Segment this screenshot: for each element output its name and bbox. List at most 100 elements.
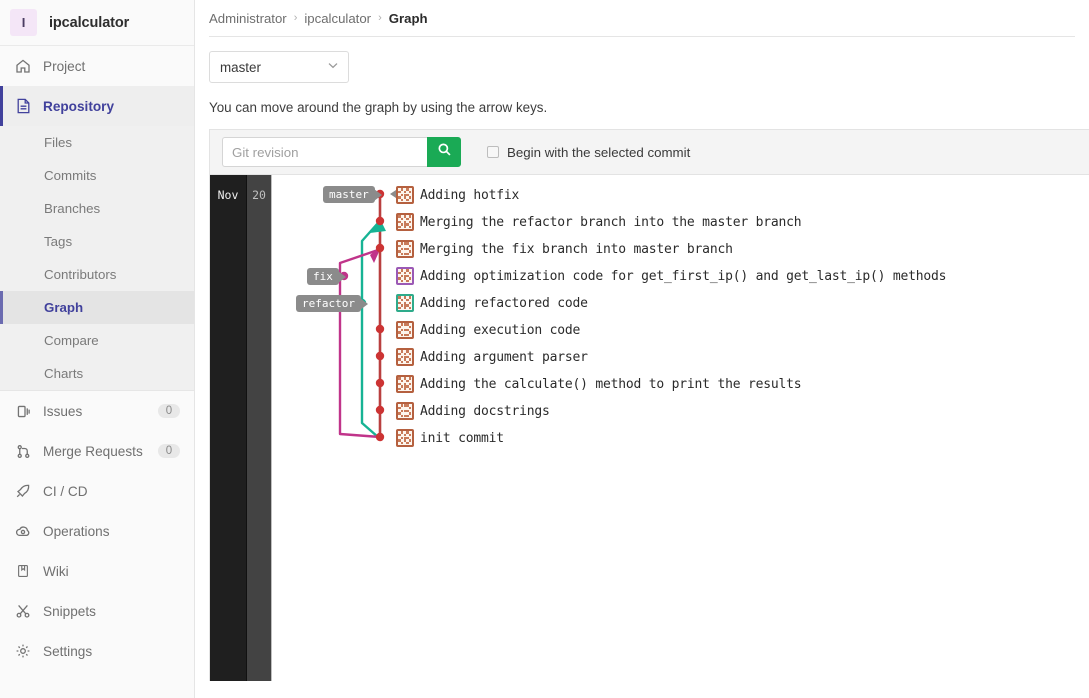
ref-label-fix[interactable]: fix bbox=[307, 268, 339, 285]
book-icon bbox=[14, 562, 32, 580]
submenu-label: Branches bbox=[44, 201, 101, 216]
sidebar-item-merge-requests[interactable]: Merge Requests 0 bbox=[0, 431, 194, 471]
sidebar: I ipcalculator Project Repository Files … bbox=[0, 0, 195, 698]
project-name: ipcalculator bbox=[49, 14, 130, 31]
avatar bbox=[396, 267, 414, 285]
search-input[interactable] bbox=[222, 137, 427, 167]
sidebar-item-label: Merge Requests bbox=[43, 443, 143, 459]
revision-search-group bbox=[222, 137, 461, 167]
commit-node bbox=[375, 324, 385, 334]
submenu-label: Charts bbox=[44, 366, 84, 381]
avatar bbox=[396, 321, 414, 339]
commit-row[interactable]: Adding refactored code bbox=[396, 292, 588, 314]
commit-row[interactable]: Adding hotfix bbox=[396, 184, 519, 206]
sidebar-item-label: Project bbox=[43, 58, 86, 74]
graph-panel: Begin with the selected commit Nov 20 bbox=[209, 129, 1089, 681]
commit-row[interactable]: Merging the fix branch into master branc… bbox=[396, 238, 733, 260]
sidebar-item-label: Settings bbox=[43, 643, 93, 659]
sidebar-item-label: Operations bbox=[43, 523, 110, 539]
branch-select[interactable]: master bbox=[209, 51, 349, 83]
avatar bbox=[396, 240, 414, 258]
sidebar-item-compare[interactable]: Compare bbox=[0, 324, 194, 357]
sidebar-item-operations[interactable]: Operations bbox=[0, 511, 194, 551]
submenu-label: Compare bbox=[44, 333, 99, 348]
sidebar-item-repository[interactable]: Repository bbox=[0, 86, 194, 126]
sidebar-item-charts[interactable]: Charts bbox=[0, 357, 194, 390]
sidebar-item-issues[interactable]: Issues 0 bbox=[0, 391, 194, 431]
commit-node bbox=[375, 243, 385, 253]
sidebar-item-settings[interactable]: Settings bbox=[0, 631, 194, 671]
submenu-label: Graph bbox=[44, 300, 84, 315]
main-content: Administrator › ipcalculator › Graph mas… bbox=[195, 0, 1089, 698]
commit-node bbox=[375, 432, 385, 442]
avatar bbox=[396, 348, 414, 366]
breadcrumb-current: Graph bbox=[388, 10, 428, 26]
commit-message[interactable]: Adding hotfix bbox=[420, 188, 519, 203]
ref-label-text: master bbox=[329, 188, 369, 201]
search-button[interactable] bbox=[427, 137, 461, 167]
checkbox-icon[interactable] bbox=[487, 146, 499, 158]
document-icon bbox=[14, 97, 32, 115]
commit-row[interactable]: Adding execution code bbox=[396, 319, 580, 341]
project-avatar: I bbox=[10, 9, 37, 36]
branch-select-value: master bbox=[220, 59, 261, 75]
avatar bbox=[396, 429, 414, 447]
rocket-icon bbox=[14, 482, 32, 500]
commit-row[interactable]: Adding docstrings bbox=[396, 400, 550, 422]
ref-label-master[interactable]: master bbox=[323, 186, 375, 203]
avatar bbox=[396, 186, 414, 204]
sidebar-item-graph[interactable]: Graph bbox=[0, 291, 194, 324]
chevron-down-icon bbox=[328, 61, 338, 72]
commit-message[interactable]: Adding execution code bbox=[420, 323, 580, 338]
commit-message[interactable]: Adding docstrings bbox=[420, 404, 550, 419]
breadcrumb-item-project[interactable]: ipcalculator bbox=[304, 11, 371, 26]
project-header[interactable]: I ipcalculator bbox=[0, 0, 194, 46]
search-icon bbox=[437, 142, 452, 162]
sidebar-item-wiki[interactable]: Wiki bbox=[0, 551, 194, 591]
commit-message[interactable]: Adding argument parser bbox=[420, 350, 588, 365]
sidebar-nav: Project Repository Files Commits Branche… bbox=[0, 46, 194, 671]
submenu-label: Tags bbox=[44, 234, 73, 249]
sidebar-item-label: Issues bbox=[43, 403, 83, 419]
sidebar-item-ci-cd[interactable]: CI / CD bbox=[0, 471, 194, 511]
begin-with-selected-commit-toggle[interactable]: Begin with the selected commit bbox=[487, 145, 690, 160]
sidebar-item-branches[interactable]: Branches bbox=[0, 192, 194, 225]
commit-message[interactable]: Merging the refactor branch into the mas… bbox=[420, 215, 802, 230]
sidebar-item-project[interactable]: Project bbox=[0, 46, 194, 86]
gear-icon bbox=[14, 642, 32, 660]
ref-label-refactor[interactable]: refactor bbox=[296, 295, 361, 312]
commit-row[interactable]: Adding optimization code for get_first_i… bbox=[396, 265, 946, 287]
avatar bbox=[396, 402, 414, 420]
commit-node bbox=[375, 405, 385, 415]
sidebar-item-commits[interactable]: Commits bbox=[0, 159, 194, 192]
commit-message[interactable]: Merging the fix branch into master branc… bbox=[420, 242, 733, 257]
repository-submenu-wrap: Files Commits Branches Tags Contributors bbox=[0, 126, 194, 391]
submenu-label: Commits bbox=[44, 168, 97, 183]
commit-node bbox=[375, 351, 385, 361]
commit-row[interactable]: Adding the calculate() method to print t… bbox=[396, 373, 802, 395]
graph-canvas[interactable]: Nov 20 master fix refactor Adding hotfix… bbox=[210, 175, 1089, 681]
repository-submenu: Files Commits Branches Tags Contributors bbox=[0, 126, 194, 390]
breadcrumb-separator: › bbox=[378, 12, 382, 24]
commit-message[interactable]: Adding the calculate() method to print t… bbox=[420, 377, 802, 392]
breadcrumb-item-administrator[interactable]: Administrator bbox=[209, 11, 287, 26]
graph-controls: master You can move around the graph by … bbox=[195, 37, 1089, 115]
commit-message[interactable]: init commit bbox=[420, 431, 504, 446]
submenu-label: Contributors bbox=[44, 267, 117, 282]
avatar bbox=[396, 375, 414, 393]
sidebar-item-tags[interactable]: Tags bbox=[0, 225, 194, 258]
commit-row[interactable]: Adding argument parser bbox=[396, 346, 588, 368]
status-badge: 0 bbox=[158, 404, 180, 418]
sidebar-item-files[interactable]: Files bbox=[0, 126, 194, 159]
commit-row[interactable]: Merging the refactor branch into the mas… bbox=[396, 211, 802, 233]
commit-message[interactable]: Adding optimization code for get_first_i… bbox=[420, 269, 946, 284]
commit-row[interactable]: init commit bbox=[396, 427, 504, 449]
commit-node bbox=[375, 378, 385, 388]
sidebar-item-contributors[interactable]: Contributors bbox=[0, 258, 194, 291]
issues-icon bbox=[14, 402, 32, 420]
avatar bbox=[396, 213, 414, 231]
submenu-label: Files bbox=[44, 135, 73, 150]
sidebar-item-snippets[interactable]: Snippets bbox=[0, 591, 194, 631]
commit-message[interactable]: Adding refactored code bbox=[420, 296, 588, 311]
home-icon bbox=[14, 57, 32, 75]
